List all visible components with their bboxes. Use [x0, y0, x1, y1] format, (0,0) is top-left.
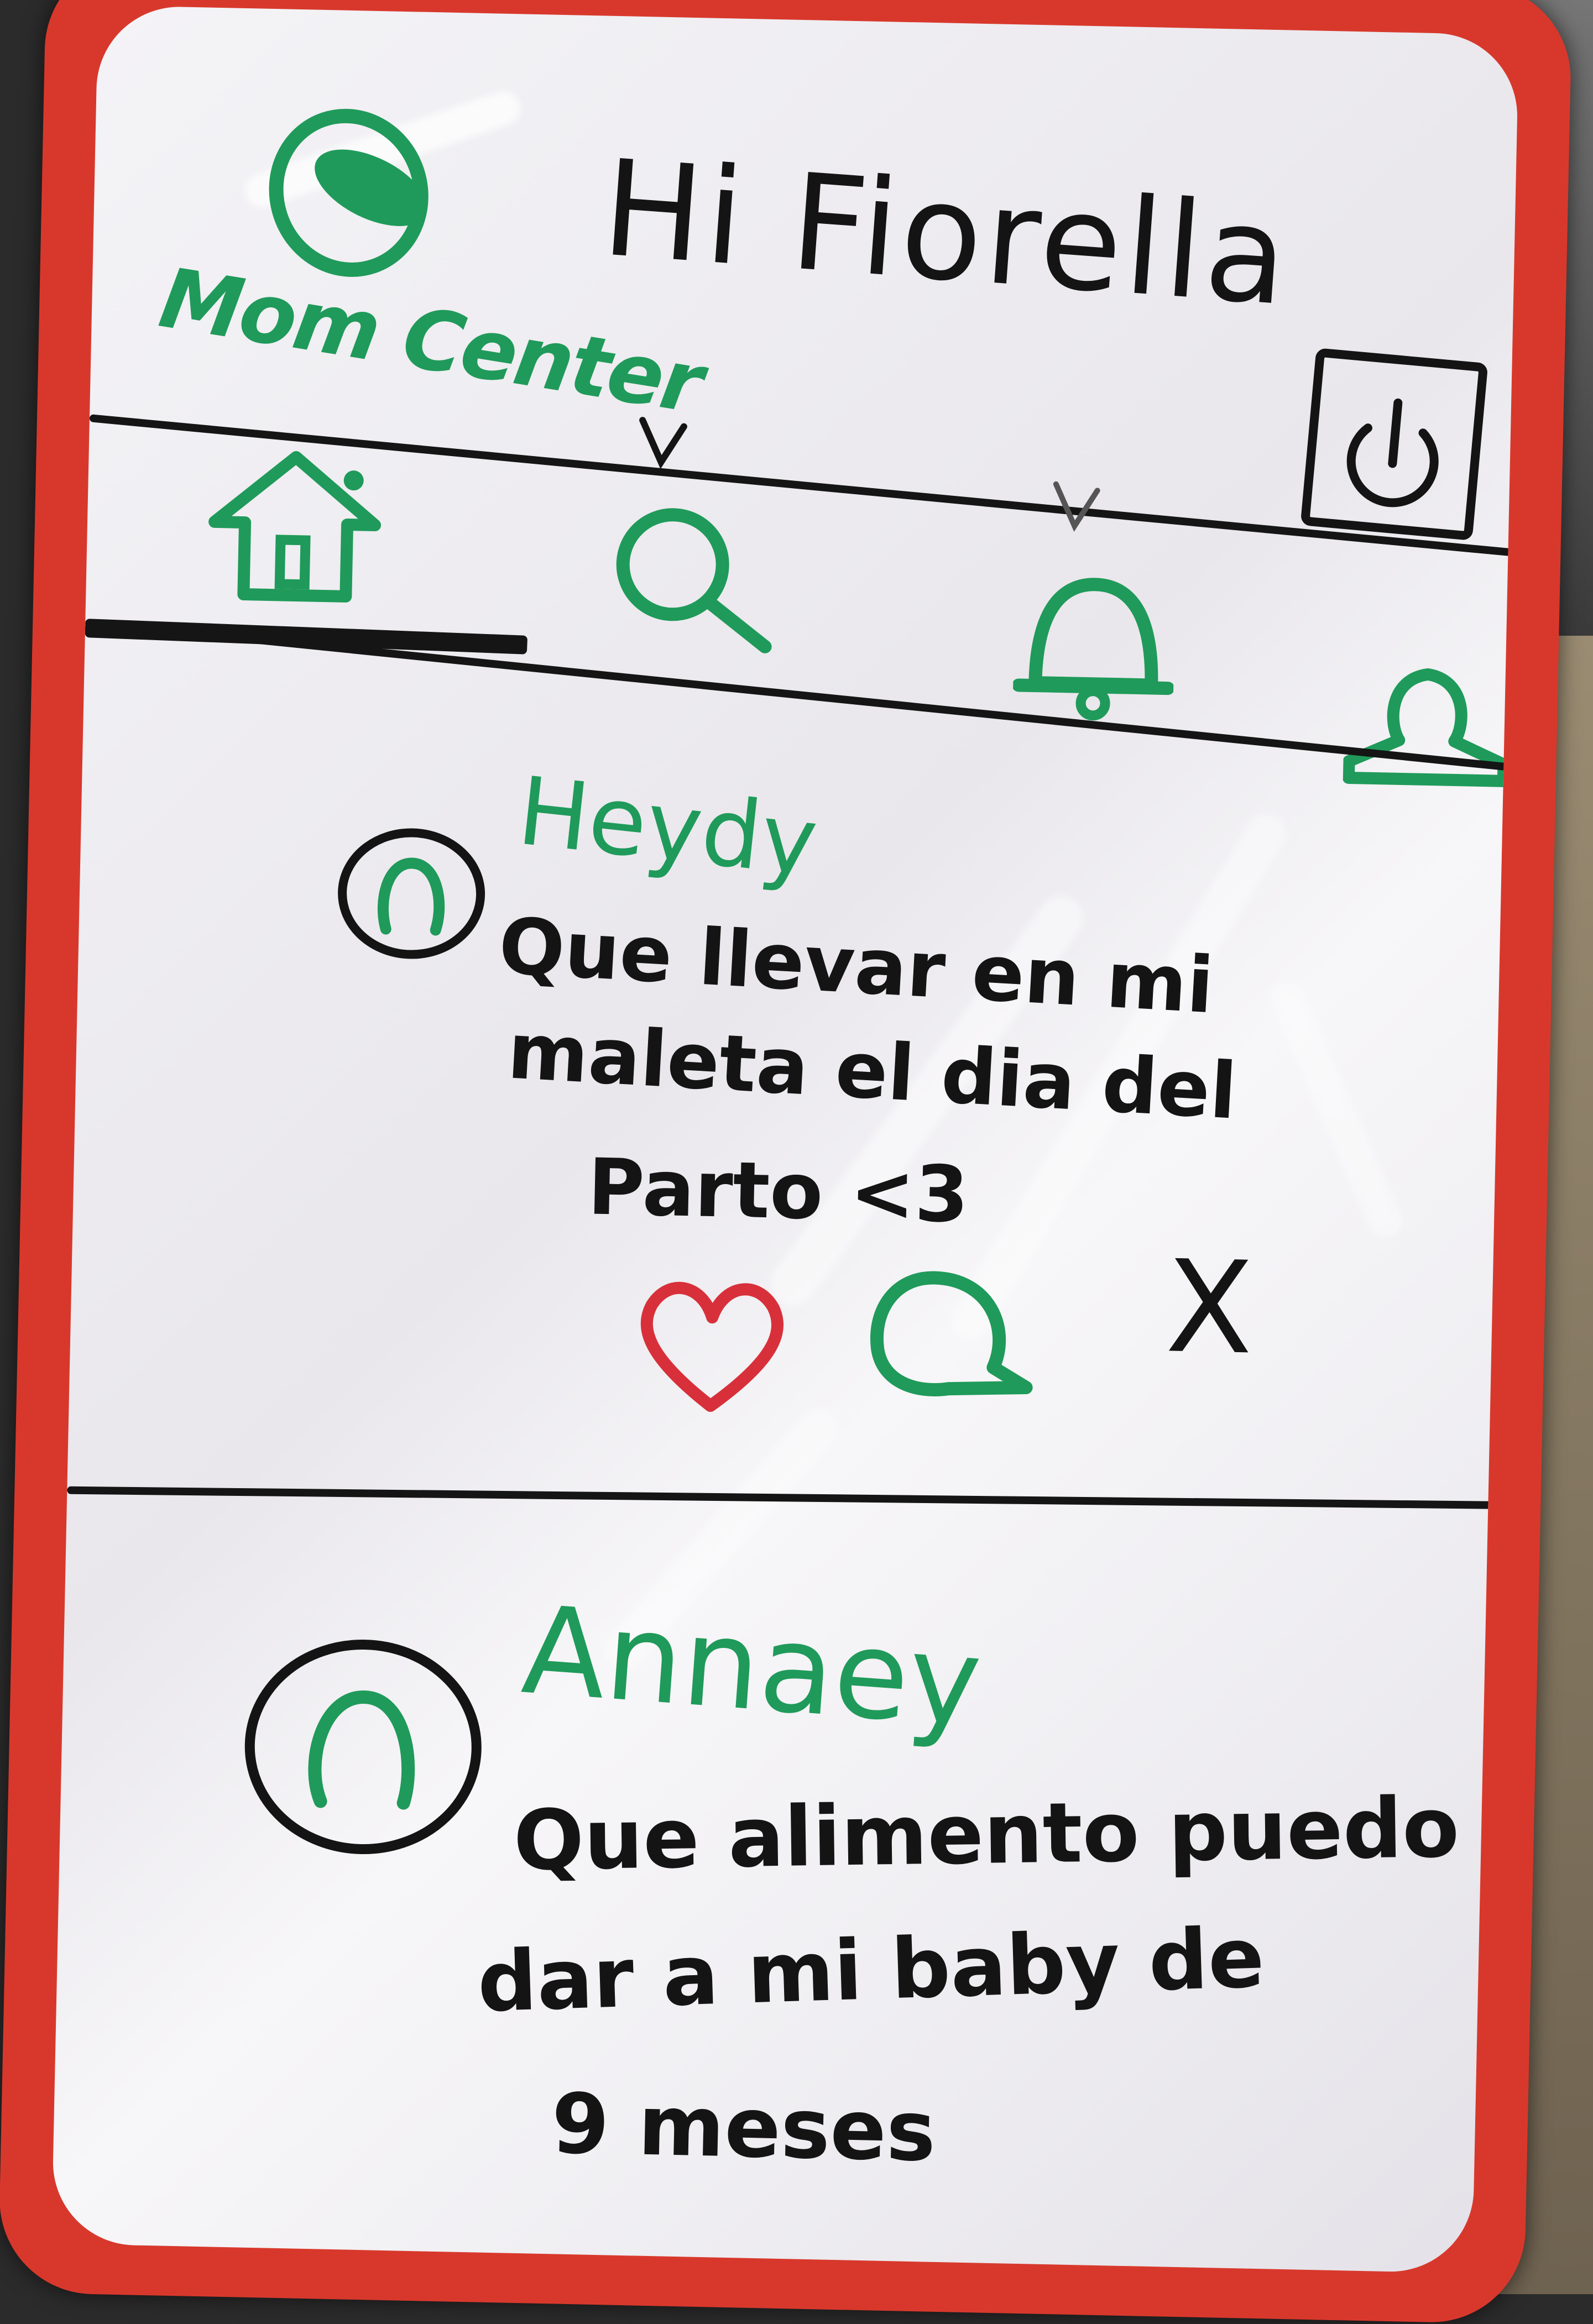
- nav-home[interactable]: [202, 444, 388, 609]
- nav-notifications[interactable]: [1012, 572, 1176, 724]
- post-text-line: Que llevar en mi: [496, 901, 1216, 1032]
- home-icon: [208, 451, 382, 603]
- pacifier-logo-icon: [247, 97, 472, 284]
- heart-icon: [640, 1281, 784, 1412]
- avatar-icon: [338, 828, 485, 959]
- bell-icon: [1012, 578, 1175, 721]
- post-author: Annaey: [518, 1579, 986, 1754]
- whiteboard-frame: Mom Center Hi Fiorella Heydy Que llevar …: [0, 0, 1573, 2324]
- comment-icon: [870, 1271, 1033, 1396]
- post-divider: [67, 1486, 1519, 1510]
- post-avatar[interactable]: [333, 823, 490, 965]
- arrow-down-icon: [630, 415, 692, 471]
- nav-search[interactable]: [604, 503, 790, 667]
- profile-icon: [1343, 668, 1510, 787]
- post-text-line: 9 meses: [550, 2076, 937, 2180]
- post-text-line: Parto <3: [587, 1142, 970, 1240]
- nav-divider: [85, 619, 1519, 778]
- post-text-line: Que alimento puedo: [513, 1779, 1460, 1889]
- avatar-icon: [244, 1640, 482, 1855]
- post-author: Heydy: [513, 756, 823, 898]
- power-button[interactable]: [1298, 346, 1491, 543]
- search-icon: [616, 508, 772, 653]
- app-screen: Mom Center Hi Fiorella Heydy Que llevar …: [51, 5, 1519, 2274]
- post-text-line: dar a mi baby de: [476, 1910, 1266, 2031]
- like-button[interactable]: [633, 1271, 790, 1419]
- nav-active-indicator: [85, 619, 528, 655]
- dismiss-button[interactable]: X: [1164, 1233, 1255, 1383]
- greeting-title: Hi Fiorella: [597, 130, 1296, 336]
- arrow-down-icon: [1044, 478, 1106, 535]
- post-avatar[interactable]: [237, 1634, 490, 1860]
- comment-button[interactable]: [860, 1260, 1045, 1407]
- glare: [1265, 976, 1407, 1243]
- power-icon: [1301, 348, 1487, 540]
- nav-profile[interactable]: [1343, 651, 1511, 798]
